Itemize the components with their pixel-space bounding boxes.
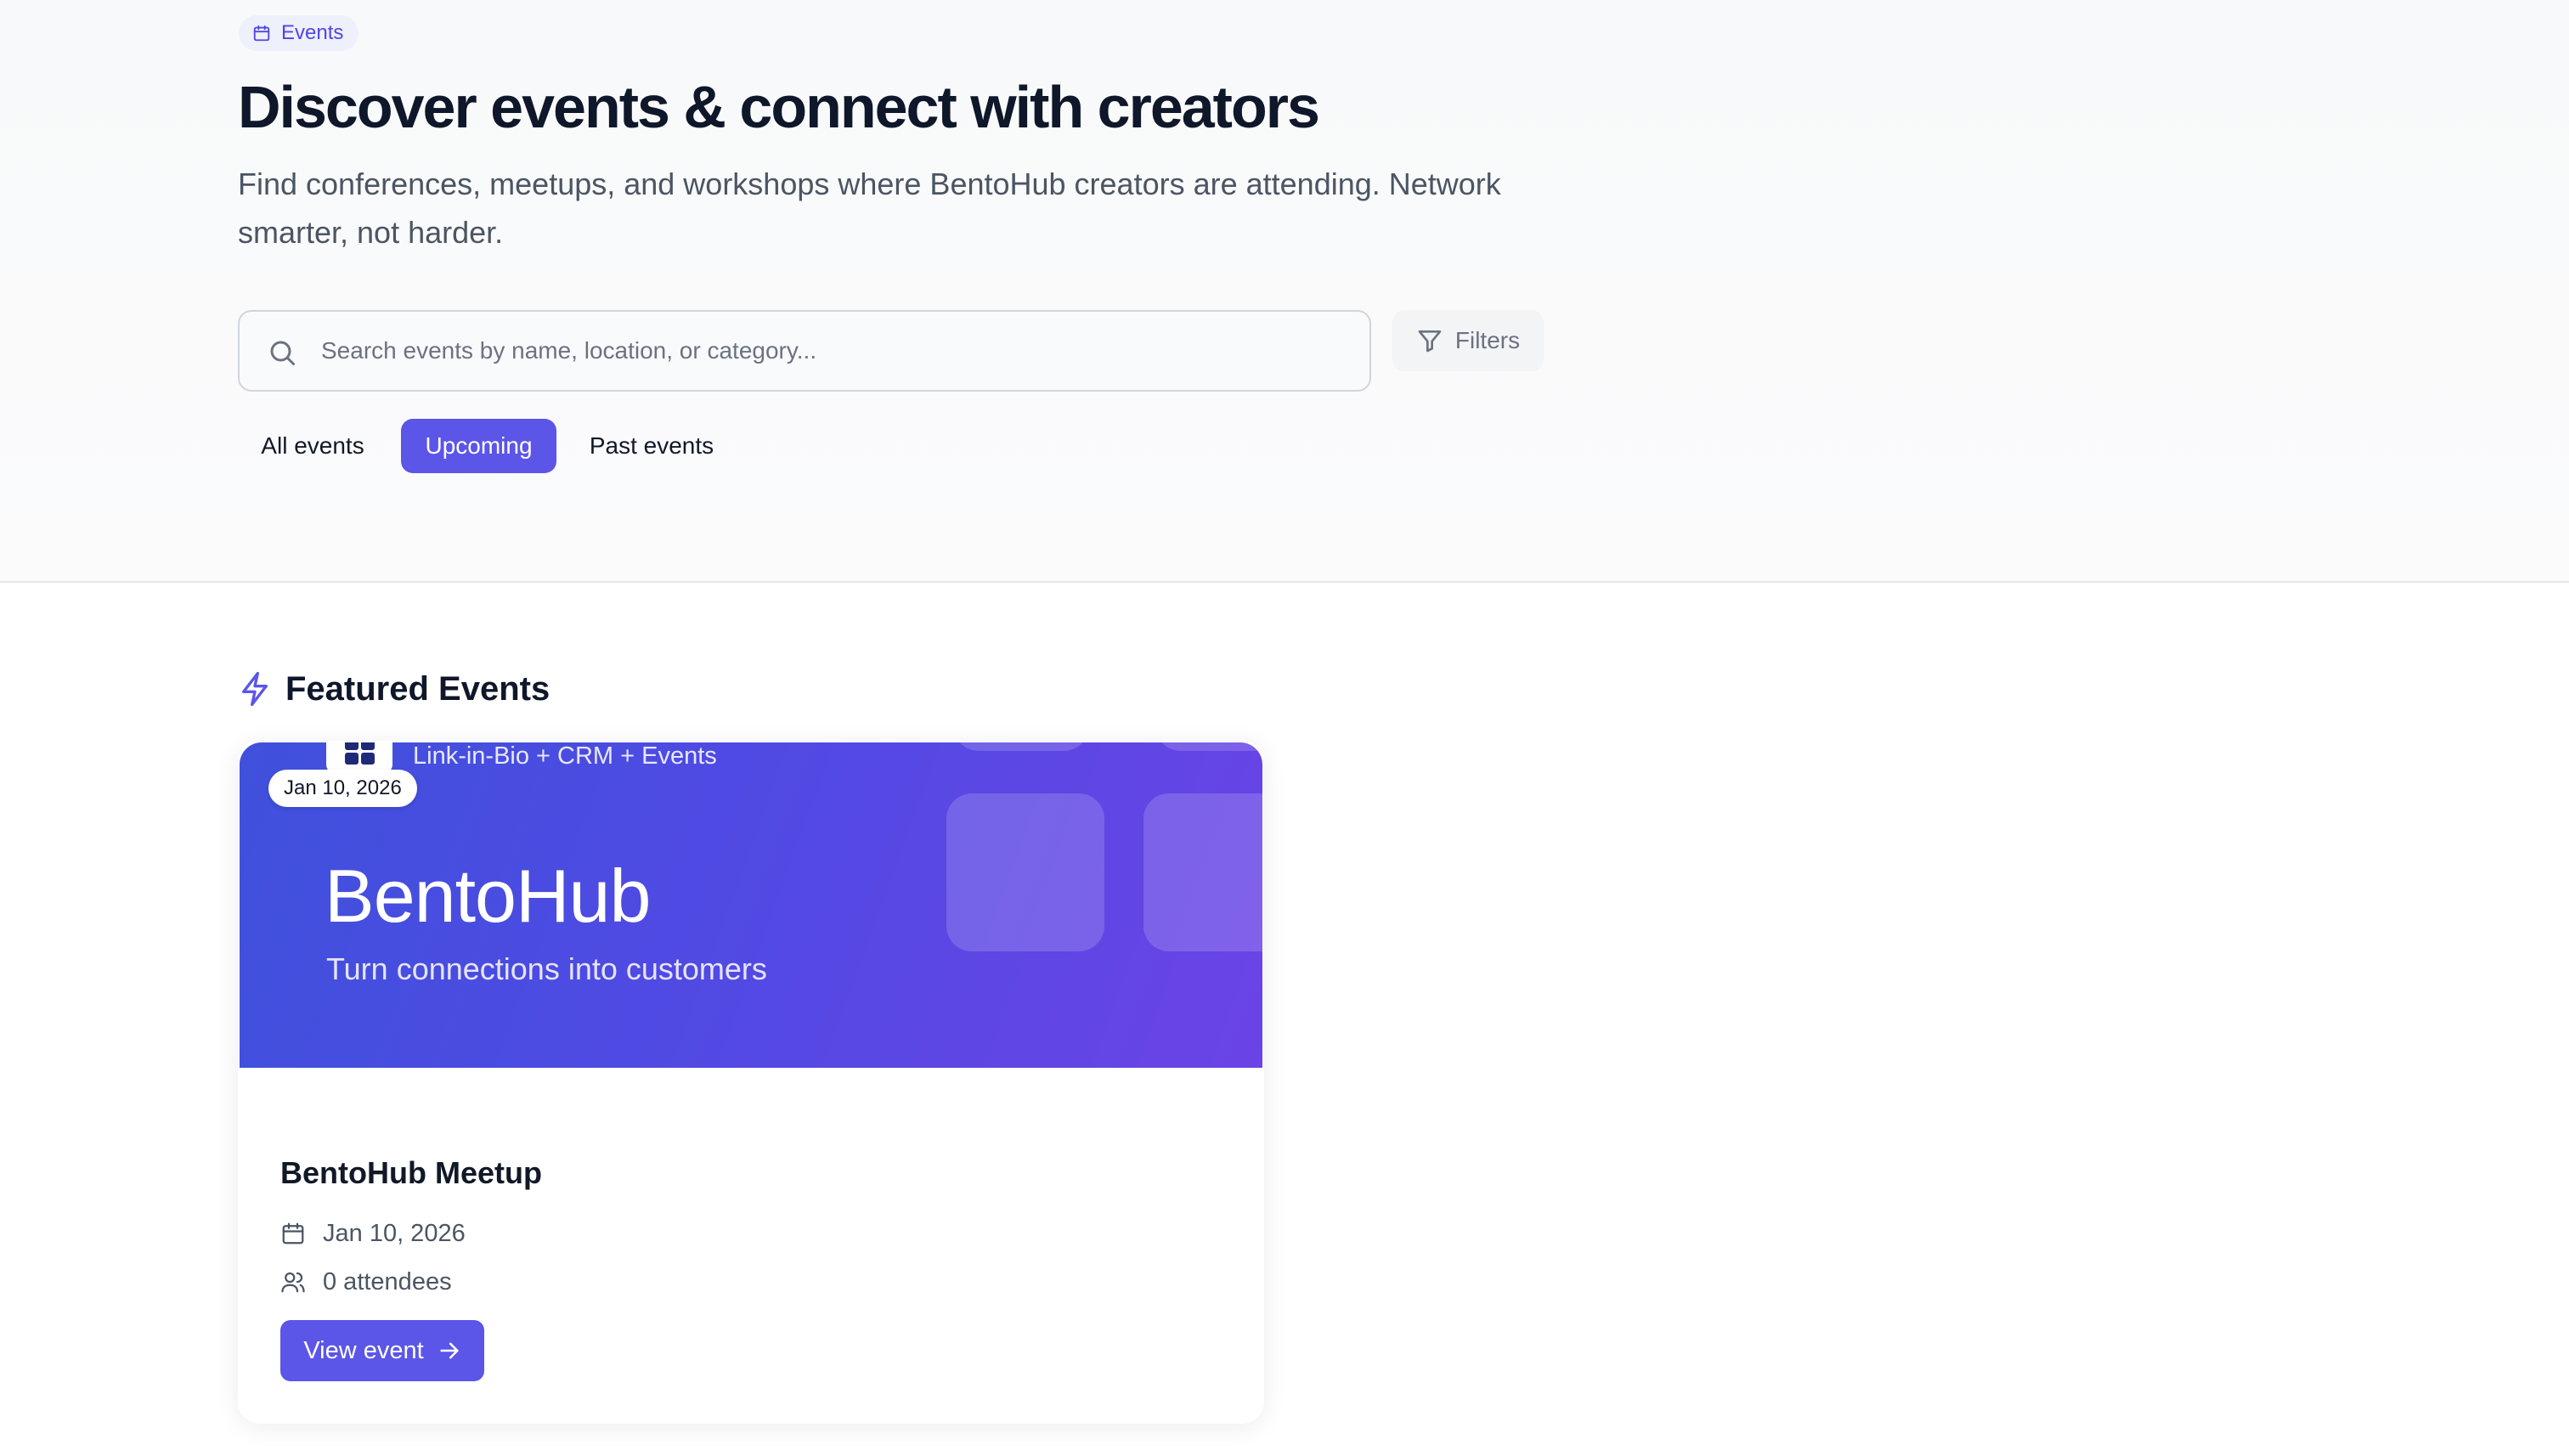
lightning-icon [242,672,268,706]
arrow-right-icon [440,1342,459,1359]
tab-all-events[interactable]: All events [238,419,387,473]
page-title: Discover events & connect with creators [238,74,1320,140]
event-card[interactable]: Link-in-Bio + CRM + Events BentoHub Turn… [238,741,1264,1424]
event-title[interactable]: BentoHub Meetup [280,1155,542,1191]
featured-events-title: Featured Events [285,669,550,708]
event-banner-image: Link-in-Bio + CRM + Events BentoHub Turn… [240,742,1262,1068]
calendar-icon [253,25,270,42]
event-date-row: Jan 10, 2026 [280,1216,466,1250]
event-attendees-row: 0 attendees [280,1265,452,1299]
search-bar [238,310,1371,392]
search-input[interactable] [321,312,1341,390]
banner-decor-tile [1143,793,1262,951]
hero-section: Events Discover events & connect with cr… [0,0,2569,583]
tab-past-events[interactable]: Past events [571,419,732,473]
filter-icon [1418,330,1442,353]
filters-button-label: Filters [1454,327,1521,353]
event-attendees: 0 attendees [323,1267,452,1295]
banner-decor-tile [1155,742,1262,751]
banner-decor-tile [953,742,1089,751]
banner-brand-subtitle: Turn connections into customers [326,951,767,986]
filters-button[interactable]: Filters [1392,310,1544,371]
featured-events-heading: Featured Events [238,668,550,710]
events-badge: Events [239,15,359,51]
banner-brand: BentoHub [325,854,651,938]
calendar-icon [282,1222,304,1244]
view-event-label: View event [303,1336,424,1364]
view-event-button[interactable]: View event [280,1320,484,1381]
search-icon [270,341,295,365]
events-badge-label: Events [281,21,344,44]
banner-tagline: Link-in-Bio + CRM + Events [413,742,717,770]
banner-decor-tile [946,793,1104,951]
event-date-badge: Jan 10, 2026 [268,770,417,807]
page-subtitle: Find conferences, meetups, and workshops… [238,166,1501,250]
event-date: Jan 10, 2026 [323,1219,466,1247]
users-icon [281,1272,305,1293]
bentohub-logo-icon [326,742,392,773]
tab-upcoming[interactable]: Upcoming [401,419,556,473]
